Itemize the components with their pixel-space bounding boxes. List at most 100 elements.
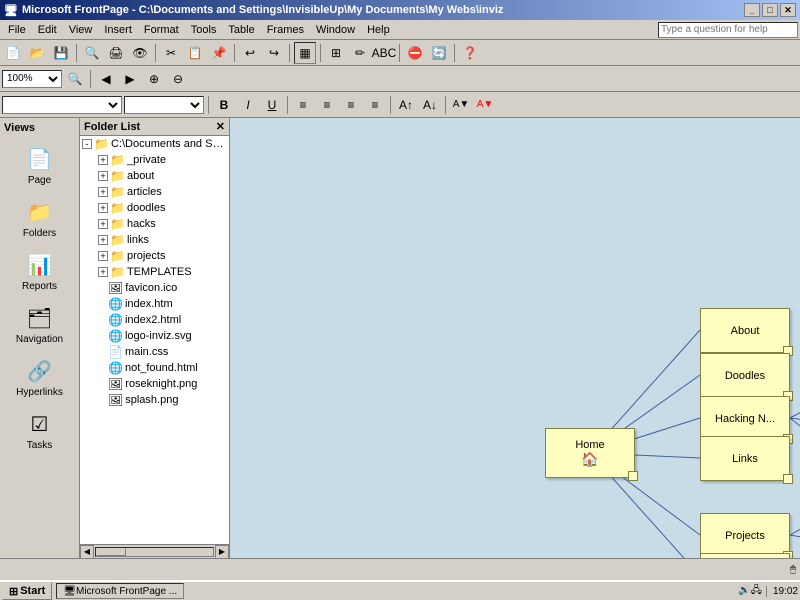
content-area: Home 🏠 About Doodles Hacking N... Links … bbox=[230, 118, 800, 558]
align-justify-button[interactable]: ≡ bbox=[364, 94, 386, 116]
tree-doodles[interactable]: + 📁 doodles bbox=[80, 200, 229, 216]
refresh-button[interactable]: 🔄 bbox=[428, 42, 450, 64]
view-reports[interactable]: 📊 Reports bbox=[4, 244, 76, 297]
links-expand[interactable]: + bbox=[98, 235, 108, 245]
help-button[interactable]: ❓ bbox=[459, 42, 481, 64]
menu-table[interactable]: Table bbox=[222, 22, 260, 38]
stop-button[interactable]: ⛔ bbox=[404, 42, 426, 64]
tree-logo-svg[interactable]: 🌐 logo-inviz.svg bbox=[80, 328, 229, 344]
draw-button[interactable]: ✏ bbox=[349, 42, 371, 64]
bold-button[interactable]: B bbox=[213, 94, 235, 116]
root-expand[interactable]: - bbox=[82, 139, 92, 149]
tree-templates[interactable]: + 📁 TEMPLATES bbox=[80, 264, 229, 280]
toolbar2-btn2[interactable]: ▶ bbox=[119, 68, 141, 90]
view-page[interactable]: 📄 Page bbox=[4, 138, 76, 191]
save-button[interactable]: 💾 bbox=[50, 42, 72, 64]
taskbar-frontpage[interactable]: 🖥 Microsoft FrontPage ... bbox=[56, 583, 184, 599]
menu-window[interactable]: Window bbox=[310, 22, 361, 38]
spell-button[interactable]: ABC bbox=[373, 42, 395, 64]
new-button[interactable]: 📄 bbox=[2, 42, 24, 64]
preview-button[interactable]: 👁 bbox=[129, 42, 151, 64]
search-button[interactable]: 🔍 bbox=[81, 42, 103, 64]
tree-articles[interactable]: + 📁 articles bbox=[80, 184, 229, 200]
view-hyperlinks[interactable]: 🔗 Hyperlinks bbox=[4, 350, 76, 403]
font-color-button[interactable]: A▼ bbox=[474, 94, 496, 116]
font-size-down[interactable]: A↓ bbox=[419, 94, 441, 116]
help-input[interactable] bbox=[658, 22, 798, 38]
nav-about[interactable]: About bbox=[700, 308, 790, 353]
redo-button[interactable]: ↪ bbox=[263, 42, 285, 64]
tree-root[interactable]: - 📁 C:\Documents and Set... bbox=[80, 136, 229, 152]
tree-index2-html[interactable]: 🌐 index2.html bbox=[80, 312, 229, 328]
toolbar2-btn4[interactable]: ⊖ bbox=[167, 68, 189, 90]
view-tasks[interactable]: ☑ Tasks bbox=[4, 403, 76, 456]
nav-articles[interactable]: Articles bbox=[700, 553, 790, 558]
maximize-button[interactable]: □ bbox=[762, 3, 778, 17]
minimize-button[interactable]: _ bbox=[744, 3, 760, 17]
menu-help[interactable]: Help bbox=[361, 22, 396, 38]
underline-button[interactable]: U bbox=[261, 94, 283, 116]
scroll-thumb[interactable] bbox=[96, 548, 126, 556]
tree-favicon[interactable]: 🖼 favicon.ico bbox=[80, 280, 229, 296]
tree-roseknight-label: roseknight.png bbox=[125, 378, 197, 390]
align-left-button[interactable]: ≡ bbox=[292, 94, 314, 116]
tree-about[interactable]: + 📁 about bbox=[80, 168, 229, 184]
highlight-button[interactable]: A▼ bbox=[450, 94, 472, 116]
undo-button[interactable]: ↩ bbox=[239, 42, 261, 64]
align-right-button[interactable]: ≡ bbox=[340, 94, 362, 116]
private-expand[interactable]: + bbox=[98, 155, 108, 165]
tree-index-htm[interactable]: 🌐 index.htm bbox=[80, 296, 229, 312]
folder-scrollbar[interactable]: ◀ ▶ bbox=[80, 544, 229, 558]
menu-insert[interactable]: Insert bbox=[98, 22, 138, 38]
nav-home[interactable]: Home 🏠 bbox=[545, 428, 635, 478]
paste-button[interactable]: 📌 bbox=[208, 42, 230, 64]
view-toggle[interactable]: ▦ bbox=[294, 42, 316, 64]
zoom-select[interactable]: 100% bbox=[2, 70, 62, 88]
menu-edit[interactable]: Edit bbox=[32, 22, 63, 38]
tree-splash[interactable]: 🖼 splash.png bbox=[80, 392, 229, 408]
toolbar2-btn1[interactable]: ◀ bbox=[95, 68, 117, 90]
menu-frames[interactable]: Frames bbox=[261, 22, 310, 38]
italic-button[interactable]: I bbox=[237, 94, 259, 116]
start-button[interactable]: ⊞ Start bbox=[2, 582, 52, 600]
tree-projects[interactable]: + 📁 projects bbox=[80, 248, 229, 264]
projects-expand[interactable]: + bbox=[98, 251, 108, 261]
style-select[interactable] bbox=[2, 96, 122, 114]
menu-tools[interactable]: Tools bbox=[185, 22, 223, 38]
align-center-button[interactable]: ≡ bbox=[316, 94, 338, 116]
menu-view[interactable]: View bbox=[63, 22, 99, 38]
tree-roseknight[interactable]: 🖼 roseknight.png bbox=[80, 376, 229, 392]
font-size-up[interactable]: A↑ bbox=[395, 94, 417, 116]
cut-button[interactable]: ✂ bbox=[160, 42, 182, 64]
menu-format[interactable]: Format bbox=[138, 22, 185, 38]
doodles-expand[interactable]: + bbox=[98, 203, 108, 213]
nav-links[interactable]: Links bbox=[700, 436, 790, 481]
insert-table-button[interactable]: ⊞ bbox=[325, 42, 347, 64]
nav-doodles[interactable]: Doodles bbox=[700, 353, 790, 398]
hacks-expand[interactable]: + bbox=[98, 219, 108, 229]
articles-expand[interactable]: + bbox=[98, 187, 108, 197]
zoom-btn[interactable]: 🔍 bbox=[64, 68, 86, 90]
view-navigation[interactable]: 🗂 Navigation bbox=[4, 297, 76, 350]
tree-not-found[interactable]: 🌐 not_found.html bbox=[80, 360, 229, 376]
templates-expand[interactable]: + bbox=[98, 267, 108, 277]
menu-file[interactable]: File bbox=[2, 22, 32, 38]
copy-button[interactable]: 📋 bbox=[184, 42, 206, 64]
open-button[interactable]: 📂 bbox=[26, 42, 48, 64]
nav-hacking[interactable]: Hacking N... bbox=[700, 396, 790, 441]
tree-links[interactable]: + 📁 links bbox=[80, 232, 229, 248]
print-button[interactable]: 🖨 bbox=[105, 42, 127, 64]
tree-private[interactable]: + 📁 _private bbox=[80, 152, 229, 168]
scroll-right-button[interactable]: ▶ bbox=[215, 545, 229, 559]
nav-projects[interactable]: Projects bbox=[700, 513, 790, 558]
tree-main-css[interactable]: 📄 main.css bbox=[80, 344, 229, 360]
about-expand[interactable]: + bbox=[98, 171, 108, 181]
close-button[interactable]: ✕ bbox=[780, 3, 796, 17]
toolbar2-btn3[interactable]: ⊕ bbox=[143, 68, 165, 90]
scroll-left-button[interactable]: ◀ bbox=[80, 545, 94, 559]
view-folders[interactable]: 📁 Folders bbox=[4, 191, 76, 244]
tree-hacks[interactable]: + 📁 hacks bbox=[80, 216, 229, 232]
app-icon: 🖥 bbox=[4, 4, 18, 17]
folder-close-button[interactable]: ✕ bbox=[216, 120, 225, 133]
font-select[interactable] bbox=[124, 96, 204, 114]
